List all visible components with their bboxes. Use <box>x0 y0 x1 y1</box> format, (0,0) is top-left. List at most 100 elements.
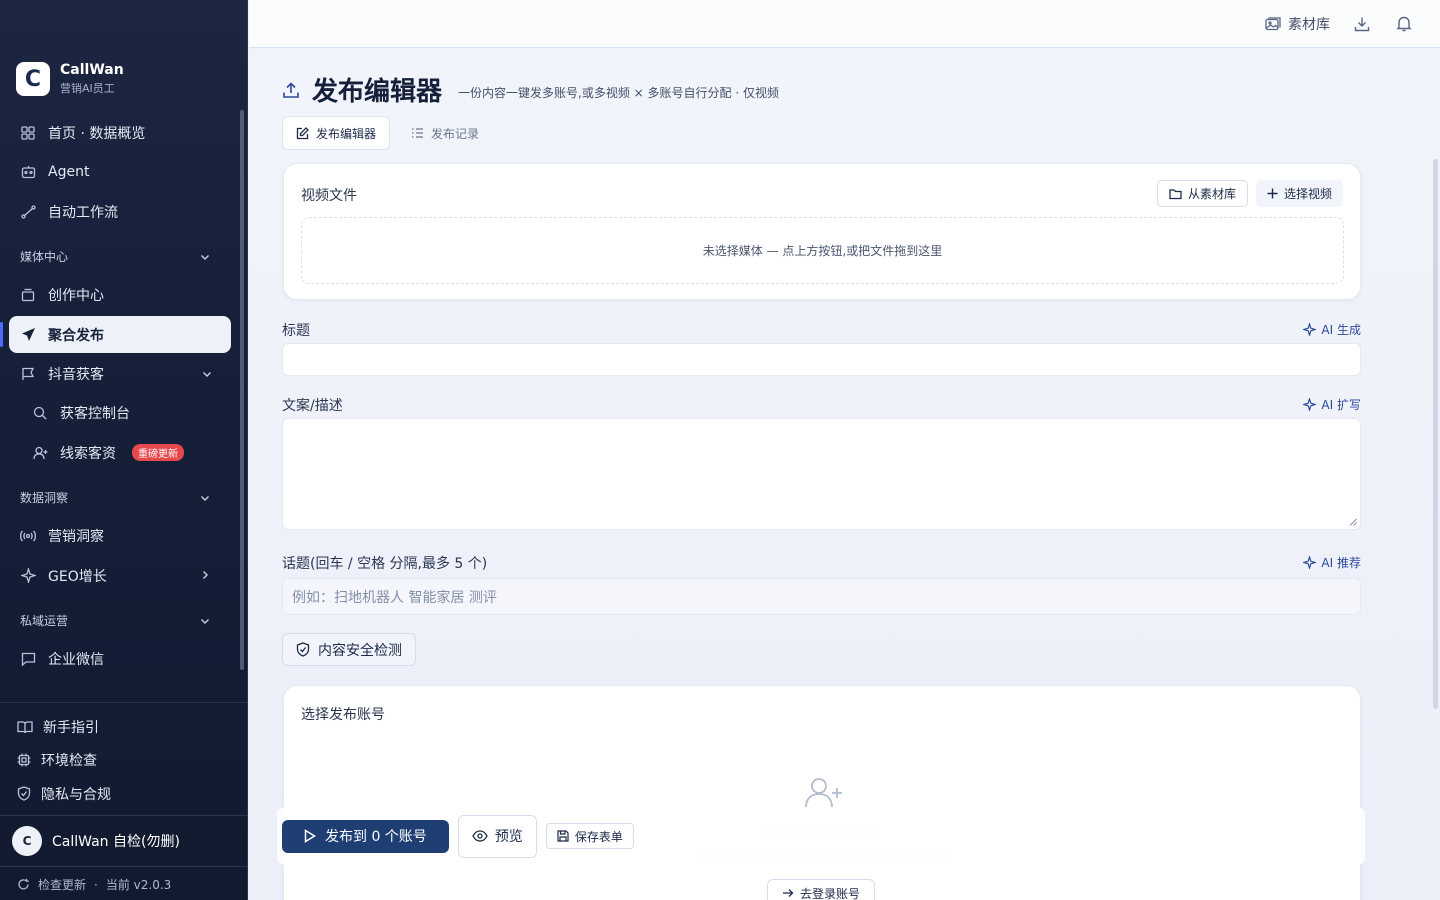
preview-button[interactable]: 预览 <box>457 814 537 858</box>
list-icon <box>411 127 424 139</box>
main-content: 发布编辑器 一份内容一键发多账号,或多视频 × 多账号自行分配 · 仅视频 发布… <box>249 49 1440 900</box>
sidebar-item-label: 环境检查 <box>41 753 97 770</box>
page-subtitle: 一份内容一键发多账号,或多视频 × 多账号自行分配 · 仅视频 <box>458 86 779 100</box>
sidebar-item-label: 新手指引 <box>43 719 99 736</box>
sidebar-item-workflow[interactable]: 自动工作流 <box>0 192 240 232</box>
sidebar-item-guide[interactable]: 新手指引 <box>0 710 247 744</box>
shield-icon <box>17 786 31 801</box>
sparkle-icon <box>20 568 36 584</box>
sidebar-scrollbar[interactable] <box>240 110 244 670</box>
title-label: 标题 <box>282 323 310 339</box>
save-icon <box>557 830 569 842</box>
brand-name: CallWan <box>60 62 124 78</box>
section-data-insight[interactable]: 数据洞察 <box>0 473 240 517</box>
sidebar-item-home[interactable]: 首页 · 数据概览 <box>0 113 240 153</box>
topics-label: 话题(回车 / 空格 分隔,最多 5 个) <box>282 556 488 572</box>
sidebar-item-console[interactable]: 获客控制台 <box>0 394 240 434</box>
ai-recommend-topics-button[interactable]: AI 推荐 <box>1303 554 1361 571</box>
sidebar-item-douyin[interactable]: 抖音获客 <box>0 354 240 394</box>
bell-icon[interactable] <box>1394 14 1414 34</box>
section-private-domain[interactable]: 私域运营 <box>0 596 240 640</box>
sidebar-item-agent[interactable]: Agent <box>0 153 240 193</box>
topics-input[interactable]: 例如：扫地机器人 智能家居 测评 <box>282 578 1361 615</box>
tab-publish-editor[interactable]: 发布编辑器 <box>282 116 391 150</box>
section-label: 媒体中心 <box>20 250 69 264</box>
sidebar-bottom-links: 新手指引 环境检查 隐私与合规 <box>0 702 247 811</box>
chevron-down-icon <box>200 493 210 503</box>
resize-grip-icon[interactable] <box>1349 518 1357 526</box>
eye-icon <box>472 830 488 842</box>
button-label: 预览 <box>494 829 523 845</box>
version-info[interactable]: 检查更新 · 当前 v2.0.3 <box>17 876 171 893</box>
broadcast-icon <box>20 528 36 544</box>
tab-publish-records[interactable]: 发布记录 <box>398 116 492 150</box>
search-icon <box>32 405 48 421</box>
chip-icon <box>17 753 31 767</box>
sidebar-item-wecom[interactable]: 企业微信 <box>0 640 240 680</box>
user-profile[interactable]: C CallWan 自检(勿删) <box>0 815 247 867</box>
sidebar-item-privacy[interactable]: 隐私与合规 <box>0 777 247 811</box>
send-icon <box>20 327 36 343</box>
sidebar: C CallWan 营销AI员工 首页 · 数据概览 Agent 自动工作流 媒… <box>0 0 248 900</box>
sidebar-nav: 首页 · 数据概览 Agent 自动工作流 媒体中心 创作中心 聚合发布 抖音获… <box>0 113 240 679</box>
sidebar-item-label: GEO增长 <box>48 568 107 585</box>
bot-icon <box>20 164 36 180</box>
upload-icon <box>282 81 300 99</box>
go-login-account-button[interactable]: 去登录账号 <box>767 879 876 900</box>
button-label: 去登录账号 <box>800 886 861 900</box>
section-media-center[interactable]: 媒体中心 <box>0 232 240 276</box>
media-dropzone[interactable]: 未选择媒体 — 点上方按钮,或把文件拖到这里 <box>301 217 1344 284</box>
sidebar-item-label: 线索客资 <box>60 445 116 462</box>
sidebar-item-env-check[interactable]: 环境检查 <box>0 744 247 778</box>
sidebar-item-publish[interactable]: 聚合发布 <box>0 316 231 353</box>
sparkle-icon <box>1303 323 1317 336</box>
button-label: 保存表单 <box>574 829 623 844</box>
topbar: 素材库 <box>249 0 1440 48</box>
select-video-button[interactable]: 选择视频 <box>1255 180 1343 207</box>
description-label: 文案/描述 <box>282 398 343 414</box>
image-gallery-icon <box>1265 16 1281 31</box>
sidebar-item-marketing-insight[interactable]: 营销洞察 <box>0 517 240 557</box>
play-icon <box>304 829 316 843</box>
content-safety-check-button[interactable]: 内容安全检测 <box>282 633 416 666</box>
material-library-button[interactable]: 素材库 <box>1265 14 1330 34</box>
ai-link-label: AI 扩写 <box>1321 398 1361 412</box>
download-icon[interactable] <box>1352 14 1372 34</box>
save-form-button[interactable]: 保存表单 <box>545 823 634 849</box>
button-label: 内容安全检测 <box>318 642 402 659</box>
edit-icon <box>296 126 309 140</box>
ai-link-label: AI 推荐 <box>1321 556 1361 570</box>
chevron-down-icon <box>202 369 212 379</box>
video-file-card: 视频文件 从素材库 选择视频 未选择媒体 — 点上方按钮,或把文件拖到这里 <box>283 163 1361 300</box>
ai-expand-description-button[interactable]: AI 扩写 <box>1303 396 1361 413</box>
sidebar-item-creation[interactable]: 创作中心 <box>0 276 240 316</box>
sparkle-icon <box>1303 398 1317 411</box>
check-update-link[interactable]: 检查更新 <box>38 876 86 893</box>
brand-subtitle: 营销AI员工 <box>60 82 115 95</box>
main-scrollbar[interactable] <box>1433 159 1438 709</box>
topics-placeholder: 例如：扫地机器人 智能家居 测评 <box>292 589 497 606</box>
flag-icon <box>20 366 36 382</box>
publish-action-bar: 发布到 0 个账号 预览 保存表单 <box>277 807 1365 865</box>
refresh-icon <box>17 878 30 891</box>
from-library-button[interactable]: 从素材库 <box>1156 180 1248 207</box>
sidebar-item-label: 首页 · 数据概览 <box>48 125 146 142</box>
ai-generate-title-button[interactable]: AI 生成 <box>1303 321 1361 338</box>
tab-label: 发布记录 <box>431 126 480 141</box>
chevron-down-icon <box>200 252 210 262</box>
page-tabs: 发布编辑器 发布记录 <box>282 116 492 150</box>
brand[interactable]: C CallWan 营销AI员工 <box>16 62 124 96</box>
sidebar-item-label: 创作中心 <box>48 288 104 305</box>
sidebar-item-leads[interactable]: 线索客资 重磅更新 <box>0 433 240 473</box>
section-label: 数据洞察 <box>20 491 69 505</box>
chat-icon <box>20 651 36 667</box>
sidebar-item-label: 企业微信 <box>48 652 104 669</box>
sidebar-item-geo[interactable]: GEO增长 <box>0 556 240 596</box>
publish-button[interactable]: 发布到 0 个账号 <box>282 819 449 853</box>
title-input[interactable] <box>282 343 1361 376</box>
arrow-right-icon <box>782 888 794 898</box>
user-add-icon <box>32 445 48 461</box>
button-label: 发布到 0 个账号 <box>325 829 427 845</box>
current-version: 当前 v2.0.3 <box>105 878 172 892</box>
description-textarea[interactable] <box>282 418 1361 530</box>
